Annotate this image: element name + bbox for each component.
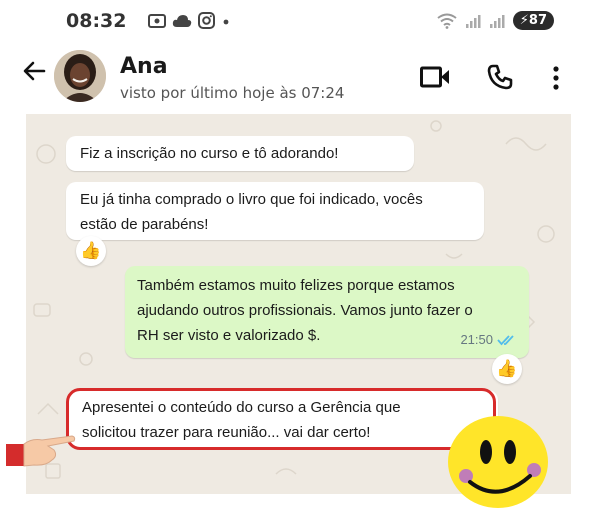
chat-header: Ana visto por último hoje às 07:24 (0, 44, 590, 114)
message-bubble[interactable]: Fiz a inscrição no curso e tô adorando! (66, 136, 414, 171)
signal-icon (489, 14, 505, 28)
message-text: Fiz a inscrição no curso e tô adorando! (80, 145, 339, 162)
message-bubble[interactable]: Eu já tinha comprado o livro que foi ind… (66, 182, 484, 240)
message-bubble-outgoing[interactable]: Também estamos muito felizes porque esta… (125, 266, 529, 358)
back-arrow-icon[interactable] (22, 60, 46, 86)
status-right-icons: ⚡87 (437, 11, 554, 30)
thumbs-up-reaction-icon[interactable]: 👍 (76, 236, 106, 266)
message-text-line: Eu já tinha comprado o livro que foi ind… (80, 191, 423, 208)
message-time: 21:50 (460, 332, 493, 347)
battery-indicator: ⚡87 (512, 11, 554, 30)
status-left-icons (148, 12, 231, 29)
wifi-icon (437, 13, 457, 29)
thumbs-up-reaction-icon[interactable]: 👍 (492, 354, 522, 384)
status-bar: 08:32 ⚡87 (0, 0, 590, 44)
more-options-icon[interactable] (552, 66, 560, 94)
screenshot-icon (148, 13, 166, 28)
message-meta: 21:50 (460, 327, 517, 352)
instagram-icon (198, 12, 215, 29)
read-ticks-icon (497, 334, 514, 345)
message-text-line: ajudando outros profissionais. Vamos jun… (137, 302, 473, 319)
status-time: 08:32 (66, 10, 127, 32)
voice-call-icon[interactable] (487, 64, 513, 94)
contact-name[interactable]: Ana (120, 54, 168, 79)
cloud-icon (172, 14, 192, 27)
message-text-line: Também estamos muito felizes porque esta… (137, 277, 455, 294)
video-call-icon[interactable] (420, 66, 450, 92)
pointing-hand-icon (4, 430, 76, 480)
last-seen: visto por último hoje às 07:24 (120, 84, 345, 102)
smiley-face-icon (446, 410, 550, 514)
highlight-frame (66, 388, 496, 450)
avatar[interactable] (54, 50, 106, 102)
dot-icon (223, 19, 229, 24)
message-text-line: estão de parabéns! (80, 216, 209, 233)
battery-level: 87 (528, 13, 547, 28)
signal-icon (465, 14, 481, 28)
